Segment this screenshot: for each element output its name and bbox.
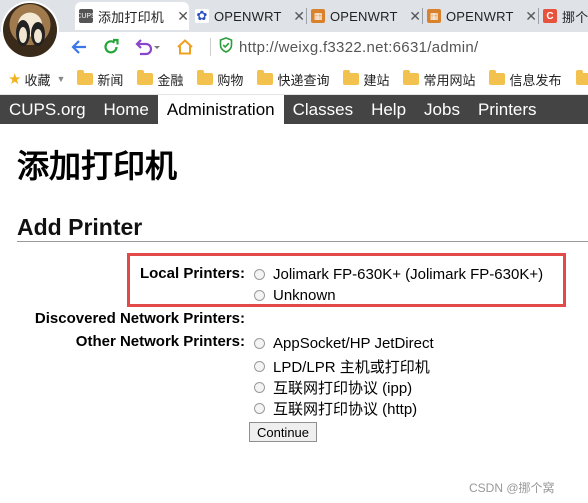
nav-cups-org[interactable]: CUPS.org: [0, 95, 95, 124]
shield-icon[interactable]: [219, 36, 233, 58]
bookmarks-bar: ★ 收藏 ▼ 新闻 金融 购物 快递查询 建站 常用网站 信息发布 同: [0, 64, 588, 95]
cups-nav: CUPS.org Home Administration Classes Hel…: [0, 95, 588, 124]
page-title: 添加打印机: [17, 148, 178, 184]
reload-icon[interactable]: [100, 37, 122, 57]
nav-home[interactable]: Home: [95, 95, 158, 124]
bookmark-label: 常用网站: [423, 72, 476, 88]
tab-title: 添加打印机: [98, 9, 165, 25]
nav-jobs[interactable]: Jobs: [415, 95, 469, 124]
close-icon[interactable]: ✕: [525, 8, 537, 25]
continue-button[interactable]: Continue: [249, 422, 317, 442]
other-printer-option[interactable]: AppSocket/HP JetDirect: [254, 335, 434, 352]
profile-avatar[interactable]: [3, 3, 57, 57]
bookmark-folder[interactable]: 同: [575, 70, 588, 89]
local-printers-label: Local Printers:: [139, 265, 245, 282]
folder-icon: [403, 70, 420, 85]
option-label: Unknown: [273, 287, 336, 304]
radio-button[interactable]: [254, 361, 265, 372]
radio-button[interactable]: [254, 403, 265, 414]
home-icon[interactable]: [174, 37, 196, 57]
tab-add-printer[interactable]: CUPS 添加打印机 ✕: [75, 2, 189, 30]
folder-icon: [343, 70, 360, 85]
bookmark-folder[interactable]: 快递查询: [257, 70, 329, 89]
nav-classes[interactable]: Classes: [284, 95, 362, 124]
option-label: LPD/LPR 主机或打印机: [273, 359, 430, 376]
discovered-printers-label: Discovered Network Printers:: [34, 310, 245, 327]
other-printer-option[interactable]: LPD/LPR 主机或打印机: [254, 356, 430, 377]
bookmark-folder[interactable]: 购物: [197, 70, 243, 89]
tab-openwrt-1[interactable]: ✿ OPENWRT ✕: [191, 2, 305, 30]
tab-openwrt-3[interactable]: ▦ OPENWRT ✕: [423, 2, 537, 30]
address-bar[interactable]: http://weixg.f3322.net:6631/admin/: [210, 35, 588, 59]
folder-icon: [575, 70, 588, 85]
chevron-down-icon: ▼: [56, 74, 66, 84]
nav-help[interactable]: Help: [362, 95, 415, 124]
other-printers-label: Other Network Printers:: [75, 333, 245, 350]
folder-icon: [137, 70, 154, 85]
tab-title: OPENWRT: [330, 8, 398, 24]
openwrt-icon: ▦: [311, 9, 325, 23]
folder-icon: [197, 70, 214, 85]
cups-favicon-icon: CUPS: [76, 9, 96, 23]
other-printer-option[interactable]: 互联网打印协议 (http): [254, 398, 417, 419]
bookmark-folder[interactable]: 信息发布: [489, 70, 562, 89]
bookmark-label: 收藏: [24, 72, 51, 88]
csdn-icon: C: [543, 9, 557, 23]
tab-title: 挪个: [562, 9, 588, 25]
bookmark-folder[interactable]: 建站: [343, 70, 389, 89]
bookmark-label: 新闻: [97, 72, 124, 88]
nav-administration[interactable]: Administration: [157, 95, 284, 124]
radio-button[interactable]: [254, 338, 265, 349]
divider: [210, 38, 211, 56]
bookmark-folder[interactable]: 金融: [137, 70, 183, 89]
option-label: 互联网打印协议 (http): [273, 401, 418, 418]
other-printer-option[interactable]: 互联网打印协议 (ipp): [254, 377, 412, 398]
folder-icon: [77, 70, 94, 85]
radio-button[interactable]: [254, 269, 265, 280]
local-printer-option[interactable]: Jolimark FP-630K+ (Jolimark FP-630K+): [254, 266, 543, 283]
back-icon[interactable]: [68, 37, 90, 57]
option-label: 互联网打印协议 (ipp): [273, 380, 413, 397]
section-divider: [17, 241, 588, 242]
openwrt-icon: ▦: [427, 9, 441, 23]
tab-strip: CUPS 添加打印机 ✕ ✿ OPENWRT ✕ ▦ OPENWRT ✕ ▦ O…: [0, 0, 588, 57]
section-title: Add Printer: [17, 214, 143, 240]
option-label: AppSocket/HP JetDirect: [273, 335, 434, 352]
tab-openwrt-2[interactable]: ▦ OPENWRT ✕: [307, 2, 421, 30]
bookmark-label: 快递查询: [277, 72, 330, 88]
radio-button[interactable]: [254, 382, 265, 393]
bookmark-label: 购物: [217, 72, 244, 88]
folder-icon: [489, 70, 506, 85]
local-printer-option[interactable]: Unknown: [254, 287, 336, 304]
close-icon[interactable]: ✕: [293, 8, 305, 25]
nav-printers[interactable]: Printers: [469, 95, 546, 124]
bookmark-label: 建站: [363, 72, 390, 88]
star-icon: ★: [8, 71, 22, 88]
option-label: Jolimark FP-630K+ (Jolimark FP-630K+): [273, 266, 544, 283]
url-text: http://weixg.f3322.net:6631/admin/: [239, 38, 479, 56]
bookmark-favorites[interactable]: ★ 收藏 ▼: [8, 70, 65, 89]
folder-icon: [257, 70, 274, 85]
navigation-bar: http://weixg.f3322.net:6631/admin/: [0, 32, 588, 62]
tab-csdn[interactable]: C 挪个: [539, 2, 588, 30]
tab-title: OPENWRT: [214, 8, 282, 24]
tab-title: OPENWRT: [446, 8, 514, 24]
bookmark-label: 金融: [157, 72, 184, 88]
bookmark-folder[interactable]: 新闻: [77, 70, 123, 89]
watermark: CSDN @挪个窝: [469, 481, 555, 495]
baidu-paw-icon: ✿: [195, 8, 209, 23]
close-icon[interactable]: ✕: [409, 8, 421, 25]
radio-button[interactable]: [254, 290, 265, 301]
undo-icon[interactable]: [132, 37, 162, 57]
bookmark-label: 信息发布: [509, 72, 562, 88]
bookmark-folder[interactable]: 常用网站: [403, 70, 475, 89]
close-icon[interactable]: ✕: [177, 8, 189, 25]
